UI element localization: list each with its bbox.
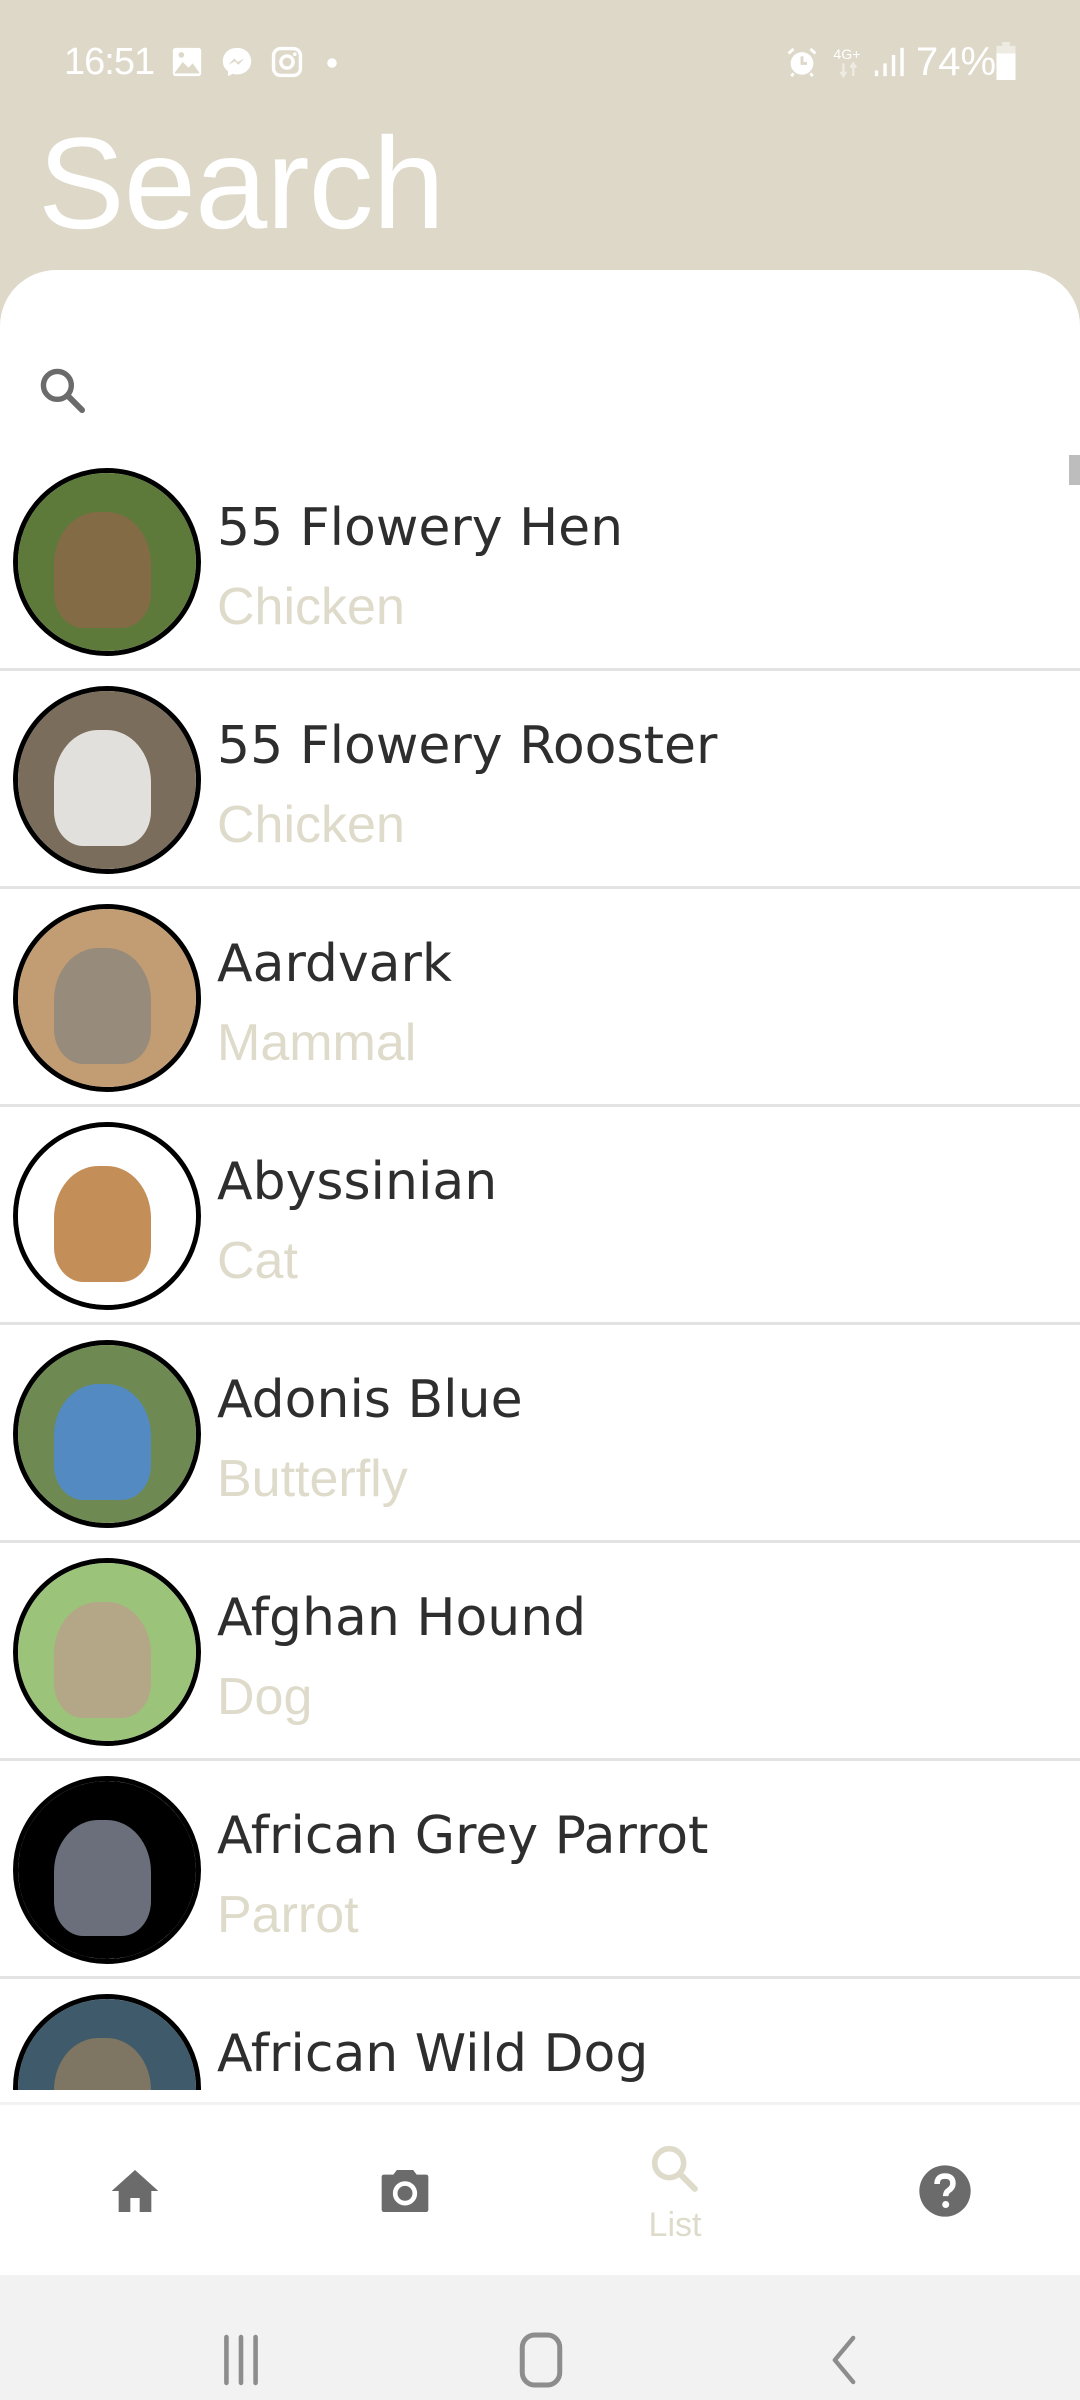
item-type: Cat (217, 1232, 298, 1290)
signal-icon (872, 45, 906, 79)
species-list: 55 Flowery Hen Chicken 55 Flowery Rooster C… (0, 453, 1080, 2090)
tab-help[interactable] (810, 2105, 1080, 2275)
list-item[interactable]: 55 Flowery Rooster Chicken (0, 671, 1080, 889)
list-item[interactable]: Aardvark Mammal (0, 889, 1080, 1107)
avatar-aardvark-photo (13, 904, 201, 1092)
search-bar[interactable] (0, 340, 1080, 450)
search-input[interactable] (110, 350, 1050, 430)
system-home-button[interactable] (516, 2330, 566, 2390)
avatar-image (18, 1563, 196, 1741)
avatar-abyssinian-cat-photo (13, 1122, 201, 1310)
list-item[interactable]: Abyssinian Cat (0, 1107, 1080, 1325)
back-button[interactable] (822, 2330, 866, 2390)
tab-list-label: List (648, 2206, 702, 2244)
search-icon (36, 364, 90, 418)
avatar-adonis-blue-butterfly-photo (13, 1340, 201, 1528)
gallery-icon (170, 45, 204, 79)
item-type: Parrot (217, 1886, 359, 1944)
item-name: 55 Flowery Hen (217, 498, 624, 558)
recent-apps-button[interactable] (216, 2330, 266, 2390)
avatar-hen-photo (13, 468, 201, 656)
scrollbar-thumb[interactable] (1069, 455, 1080, 485)
avatar-african-grey-parrot-photo (13, 1776, 201, 1964)
status-bar: 16:51 4G+ 74% (0, 0, 1080, 110)
network-label: 4G+ (833, 47, 860, 63)
battery-icon (996, 42, 1016, 80)
tab-home[interactable] (0, 2105, 270, 2275)
avatar-image (18, 1345, 196, 1523)
list-item[interactable]: 55 Flowery Hen Chicken (0, 453, 1080, 671)
item-type: Dog (217, 1668, 313, 1726)
item-type: Chicken (217, 578, 405, 636)
status-time: 16:51 (64, 41, 155, 83)
avatar-image (18, 691, 196, 869)
help-icon (917, 2163, 973, 2219)
search-icon (647, 2141, 703, 2197)
messenger-icon (220, 45, 254, 79)
item-name: Abyssinian (217, 1152, 498, 1212)
tab-list[interactable]: List (540, 2105, 810, 2275)
avatar-image (18, 473, 196, 651)
list-item[interactable]: African Grey Parrot Parrot (0, 1761, 1080, 1979)
notification-dot-icon (326, 57, 338, 69)
camera-icon (377, 2163, 433, 2219)
item-name: Aardvark (217, 934, 453, 994)
bottom-navigation: List (0, 2102, 1080, 2275)
item-type: Butterfly (217, 1450, 408, 1508)
avatar-image (18, 1781, 196, 1959)
item-type: Chicken (217, 796, 405, 854)
item-name: Afghan Hound (217, 1588, 587, 1648)
tab-camera[interactable] (270, 2105, 540, 2275)
list-item[interactable]: Afghan Hound Dog (0, 1543, 1080, 1761)
content-card: 55 Flowery Hen Chicken 55 Flowery Rooster C… (0, 270, 1080, 2110)
network-4g-icon: 4G+ (832, 45, 866, 79)
item-name: African Wild Dog (217, 2024, 649, 2084)
item-type: Mammal (217, 1014, 417, 1072)
list-item[interactable]: Adonis Blue Butterfly (0, 1325, 1080, 1543)
avatar-afghan-hound-photo (13, 1558, 201, 1746)
item-name: Adonis Blue (217, 1370, 523, 1430)
avatar-african-wild-dog-photo (13, 1994, 201, 2090)
battery-percent: 74% (916, 40, 997, 84)
item-name: 55 Flowery Rooster (217, 716, 718, 776)
avatar-image (18, 1127, 196, 1305)
alarm-icon (784, 45, 820, 79)
avatar-image (18, 1999, 196, 2090)
instagram-icon (270, 45, 304, 79)
avatar-image (18, 909, 196, 1087)
system-navigation-bar (0, 2275, 1080, 2400)
item-name: African Grey Parrot (217, 1806, 709, 1866)
list-item[interactable]: African Wild Dog (0, 1979, 1080, 2090)
avatar-rooster-photo (13, 686, 201, 874)
home-icon (107, 2163, 163, 2219)
page-title: Search (38, 110, 445, 256)
